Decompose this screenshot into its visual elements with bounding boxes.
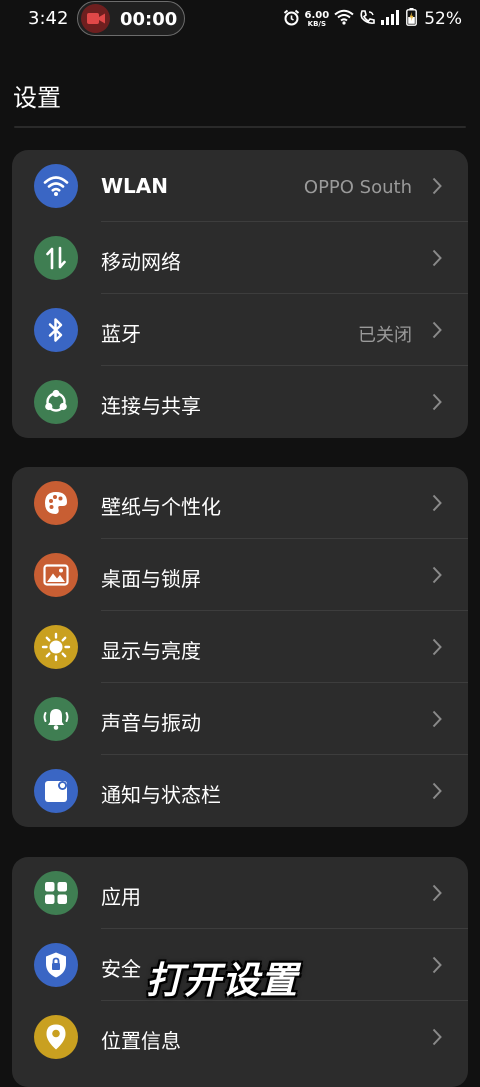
- chevron-right-icon: [432, 566, 442, 584]
- chevron-right-icon: [432, 1028, 442, 1046]
- settings-item-sound-vibration[interactable]: 声音与振动: [12, 683, 468, 755]
- settings-item-label: 壁纸与个性化: [101, 495, 221, 519]
- settings-item-location[interactable]: 位置信息: [12, 1001, 468, 1073]
- video-caption-overlay: 打开设置: [146, 959, 298, 1002]
- mobile-data-icon: [34, 236, 78, 280]
- settings-item-value: OPPO South: [303, 177, 412, 198]
- notification-icon: [34, 769, 78, 813]
- settings-item-home-lock-screen[interactable]: 桌面与锁屏: [12, 539, 468, 611]
- settings-item-label: 位置信息: [101, 1029, 181, 1053]
- picture-icon: [34, 553, 78, 597]
- page-title: 设置: [13, 84, 61, 112]
- location-pin-icon: [34, 1015, 78, 1059]
- settings-item-mobile-network[interactable]: 移动网络: [12, 222, 468, 294]
- settings-item-label: 声音与振动: [101, 711, 201, 735]
- screen-recording-pill[interactable]: 00:00: [77, 1, 185, 36]
- chevron-right-icon: [432, 710, 442, 728]
- settings-group-personalization: 壁纸与个性化 桌面与锁屏 显示与亮度 声音与振动 通知与状态栏: [12, 467, 468, 827]
- wifi-call-icon: [359, 9, 376, 30]
- wifi-signal-icon: [334, 9, 354, 29]
- recording-timer: 00:00: [120, 9, 178, 30]
- status-icons: 6.00 KB/S 52%: [283, 6, 462, 32]
- settings-item-label: 连接与共享: [101, 394, 201, 418]
- chevron-right-icon: [432, 321, 442, 339]
- chevron-right-icon: [432, 177, 442, 195]
- wifi-icon: [34, 164, 78, 208]
- status-bar: 3:42 00:00 6.00 KB/S 52%: [0, 0, 480, 38]
- chevron-right-icon: [432, 638, 442, 656]
- settings-group-connectivity: WLAN OPPO South 移动网络 蓝牙 已关闭 连接与共享: [12, 150, 468, 438]
- apps-grid-icon: [34, 871, 78, 915]
- settings-item-label: 蓝牙: [101, 322, 141, 346]
- chevron-right-icon: [432, 393, 442, 411]
- settings-item-label: 桌面与锁屏: [101, 567, 201, 591]
- palette-icon: [34, 481, 78, 525]
- settings-item-apps[interactable]: 应用: [12, 857, 468, 929]
- battery-charging-icon: [406, 8, 418, 30]
- chevron-right-icon: [432, 782, 442, 800]
- sun-icon: [34, 625, 78, 669]
- network-speed-unit: KB/S: [307, 19, 327, 28]
- chevron-right-icon: [432, 956, 442, 974]
- chevron-right-icon: [432, 249, 442, 267]
- cellular-signal-icon: [381, 9, 401, 29]
- settings-item-label: 显示与亮度: [101, 639, 201, 663]
- settings-item-notifications-status-bar[interactable]: 通知与状态栏: [12, 755, 468, 827]
- chevron-right-icon: [432, 884, 442, 902]
- settings-item-wallpaper[interactable]: 壁纸与个性化: [12, 467, 468, 539]
- battery-percent: 52%: [424, 9, 462, 29]
- share-icon: [34, 380, 78, 424]
- camera-record-icon: [81, 4, 110, 33]
- network-speed: 6.00 KB/S: [304, 9, 330, 28]
- settings-item-value: 已关闭: [358, 325, 412, 346]
- settings-item-wlan[interactable]: WLAN OPPO South: [12, 150, 468, 222]
- settings-item-label: 通知与状态栏: [101, 783, 221, 807]
- settings-item-label: 应用: [101, 885, 141, 909]
- chevron-right-icon: [432, 494, 442, 512]
- settings-item-label: 安全: [101, 957, 141, 981]
- shield-lock-icon: [34, 943, 78, 987]
- bluetooth-icon: [34, 308, 78, 352]
- network-speed-value: 6.00: [304, 9, 330, 21]
- settings-item-label: WLAN: [101, 174, 169, 198]
- status-time: 3:42: [28, 8, 69, 29]
- bell-vibrate-icon: [34, 697, 78, 741]
- settings-item-bluetooth[interactable]: 蓝牙 已关闭: [12, 294, 468, 366]
- settings-item-label: 移动网络: [101, 250, 181, 274]
- settings-item-connection-sharing[interactable]: 连接与共享: [12, 366, 468, 438]
- header-divider: [14, 126, 466, 128]
- alarm-icon: [283, 9, 300, 30]
- settings-item-display-brightness[interactable]: 显示与亮度: [12, 611, 468, 683]
